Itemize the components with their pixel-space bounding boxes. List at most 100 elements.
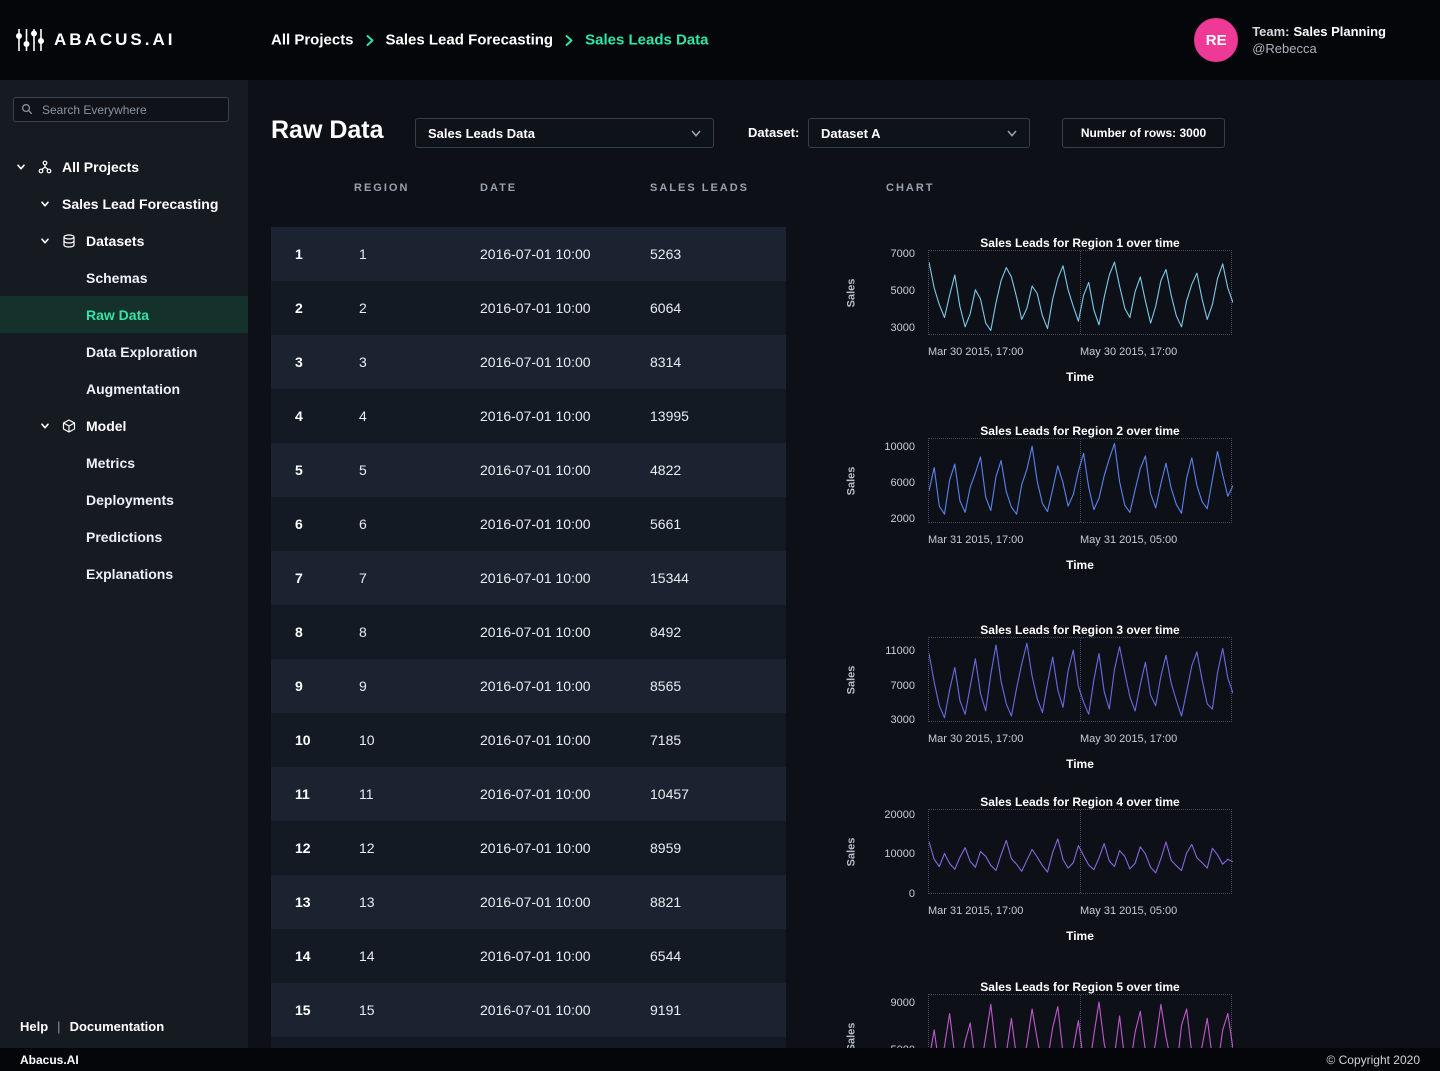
chart-x-axis-label: Time bbox=[928, 929, 1232, 943]
avatar[interactable]: RE bbox=[1194, 18, 1238, 62]
sidebar-item-predictions[interactable]: Predictions bbox=[0, 518, 248, 555]
cell-region: 6 bbox=[359, 516, 367, 532]
y-axis-ticks: 20000100000 bbox=[838, 809, 915, 894]
breadcrumb-item[interactable]: Sales Leads Data bbox=[585, 32, 708, 49]
table-row[interactable]: 332016-07-01 10:008314 bbox=[271, 335, 786, 389]
table-row[interactable]: 13132016-07-01 10:008821 bbox=[271, 875, 786, 929]
cell-region: 15 bbox=[359, 1002, 375, 1018]
cell-idx: 4 bbox=[295, 408, 303, 424]
main-content: Raw Data Sales Leads Data Dataset: Datas… bbox=[248, 80, 1440, 1048]
user-box: RE Team:Sales Planning @Rebecca bbox=[1194, 18, 1386, 62]
cell-region: 14 bbox=[359, 948, 375, 964]
table-row[interactable]: 552016-07-01 10:004822 bbox=[271, 443, 786, 497]
chart-plot-area bbox=[928, 809, 1232, 894]
abacus-logo-icon bbox=[16, 27, 44, 53]
sidebar-item-label: Data Exploration bbox=[86, 344, 197, 360]
sidebar-item-explanations[interactable]: Explanations bbox=[0, 555, 248, 592]
cell-date: 2016-07-01 10:00 bbox=[480, 300, 591, 316]
cell-date: 2016-07-01 10:00 bbox=[480, 948, 591, 964]
sidebar: All Projects Sales Lead Forecasting Datase… bbox=[0, 80, 248, 1048]
documentation-link[interactable]: Documentation bbox=[70, 1019, 165, 1034]
help-link[interactable]: Help bbox=[20, 1019, 48, 1034]
table-row[interactable]: 14142016-07-01 10:006544 bbox=[271, 929, 786, 983]
breadcrumb-item[interactable]: Sales Lead Forecasting bbox=[386, 32, 554, 49]
cell-date: 2016-07-01 10:00 bbox=[480, 732, 591, 748]
column-header-region: REGION bbox=[354, 182, 409, 194]
cell-leads: 8959 bbox=[650, 840, 681, 856]
cell-idx: 15 bbox=[295, 1002, 311, 1018]
cell-leads: 8492 bbox=[650, 624, 681, 640]
y-axis-ticks: 700050003000 bbox=[838, 250, 915, 335]
sidebar-footer: Help | Documentation bbox=[20, 1019, 164, 1034]
y-axis-ticks: 1100070003000 bbox=[838, 637, 915, 722]
sidebar-item-label: Datasets bbox=[86, 233, 144, 249]
cell-date: 2016-07-01 10:00 bbox=[480, 678, 591, 694]
cell-leads: 6064 bbox=[650, 300, 681, 316]
table-row[interactable]: 10102016-07-01 10:007185 bbox=[271, 713, 786, 767]
cell-idx: 14 bbox=[295, 948, 311, 964]
team-line: Team:Sales Planning bbox=[1252, 24, 1386, 39]
table-row[interactable]: 662016-07-01 10:005661 bbox=[271, 497, 786, 551]
cell-leads: 7185 bbox=[650, 732, 681, 748]
chevron-down-icon[interactable] bbox=[40, 421, 62, 431]
search-input[interactable] bbox=[13, 97, 229, 122]
x-tick-label: Mar 30 2015, 17:00 bbox=[928, 733, 1023, 745]
sidebar-item-raw-data[interactable]: Raw Data bbox=[0, 296, 248, 333]
sidebar-item-label: Sales Lead Forecasting bbox=[62, 196, 218, 212]
feature-group-dropdown[interactable]: Sales Leads Data bbox=[415, 118, 714, 148]
table-row[interactable]: 882016-07-01 10:008492 bbox=[271, 605, 786, 659]
table-row[interactable]: 15152016-07-01 10:009191 bbox=[271, 983, 786, 1037]
sidebar-item-metrics[interactable]: Metrics bbox=[0, 444, 248, 481]
user-meta: Team:Sales Planning @Rebecca bbox=[1252, 24, 1386, 56]
chevron-down-icon[interactable] bbox=[40, 199, 62, 209]
chart-title: Sales Leads for Region 1 over time bbox=[928, 236, 1232, 250]
cell-leads: 10457 bbox=[650, 786, 689, 802]
chart-title: Sales Leads for Region 2 over time bbox=[928, 424, 1232, 438]
cell-date: 2016-07-01 10:00 bbox=[480, 246, 591, 262]
model-icon bbox=[62, 419, 86, 433]
table-row[interactable]: 772016-07-01 10:0015344 bbox=[271, 551, 786, 605]
sidebar-tree: All Projects Sales Lead Forecasting Datase… bbox=[0, 148, 248, 592]
cell-leads: 4822 bbox=[650, 462, 681, 478]
sidebar-item-label: Schemas bbox=[86, 270, 147, 286]
chevron-down-icon[interactable] bbox=[16, 162, 38, 172]
table-row[interactable]: 12122016-07-01 10:008959 bbox=[271, 821, 786, 875]
table-row[interactable]: 112016-07-01 10:005263 bbox=[271, 227, 786, 281]
table-body: 112016-07-01 10:005263222016-07-01 10:00… bbox=[271, 227, 786, 1048]
table-row[interactable]: 11112016-07-01 10:0010457 bbox=[271, 767, 786, 821]
sidebar-item-augmentation[interactable]: Augmentation bbox=[0, 370, 248, 407]
user-handle: @Rebecca bbox=[1252, 41, 1386, 56]
cell-date: 2016-07-01 10:00 bbox=[480, 840, 591, 856]
cell-leads: 15344 bbox=[650, 570, 689, 586]
sidebar-item-model[interactable]: Model bbox=[0, 407, 248, 444]
sidebar-item-deployments[interactable]: Deployments bbox=[0, 481, 248, 518]
sidebar-item-data-exploration[interactable]: Data Exploration bbox=[0, 333, 248, 370]
chevron-down-icon[interactable] bbox=[40, 236, 62, 246]
cell-date: 2016-07-01 10:00 bbox=[480, 786, 591, 802]
app-logo[interactable]: ABACUS.AI bbox=[16, 27, 175, 53]
sidebar-item-all-projects[interactable]: All Projects bbox=[0, 148, 248, 185]
cell-leads: 5661 bbox=[650, 516, 681, 532]
charts-column: Sales Leads for Region 1 over timeSales7… bbox=[838, 80, 1238, 1048]
cell-date: 2016-07-01 10:00 bbox=[480, 624, 591, 640]
cell-idx: 12 bbox=[295, 840, 311, 856]
breadcrumb-item[interactable]: All Projects bbox=[271, 32, 354, 49]
sidebar-item-schemas[interactable]: Schemas bbox=[0, 259, 248, 296]
team-label: Team: bbox=[1252, 24, 1289, 39]
x-tick-label: May 31 2015, 05:00 bbox=[1080, 905, 1177, 917]
sidebar-item-datasets[interactable]: Datasets bbox=[0, 222, 248, 259]
sidebar-item-sales-lead-forecasting[interactable]: Sales Lead Forecasting bbox=[0, 185, 248, 222]
cell-idx: 9 bbox=[295, 678, 303, 694]
cell-region: 13 bbox=[359, 894, 375, 910]
feature-group-dropdown-value: Sales Leads Data bbox=[428, 126, 535, 141]
cell-date: 2016-07-01 10:00 bbox=[480, 516, 591, 532]
cell-leads: 8821 bbox=[650, 894, 681, 910]
table-row[interactable]: 222016-07-01 10:006064 bbox=[271, 281, 786, 335]
sidebar-item-label: Explanations bbox=[86, 566, 173, 582]
cell-idx: 7 bbox=[295, 570, 303, 586]
y-tick-label: 9000 bbox=[891, 997, 915, 1009]
table-row[interactable]: 992016-07-01 10:008565 bbox=[271, 659, 786, 713]
table-row[interactable]: 442016-07-01 10:0013995 bbox=[271, 389, 786, 443]
x-tick-label: Mar 30 2015, 17:00 bbox=[928, 346, 1023, 358]
cell-idx: 1 bbox=[295, 246, 303, 262]
